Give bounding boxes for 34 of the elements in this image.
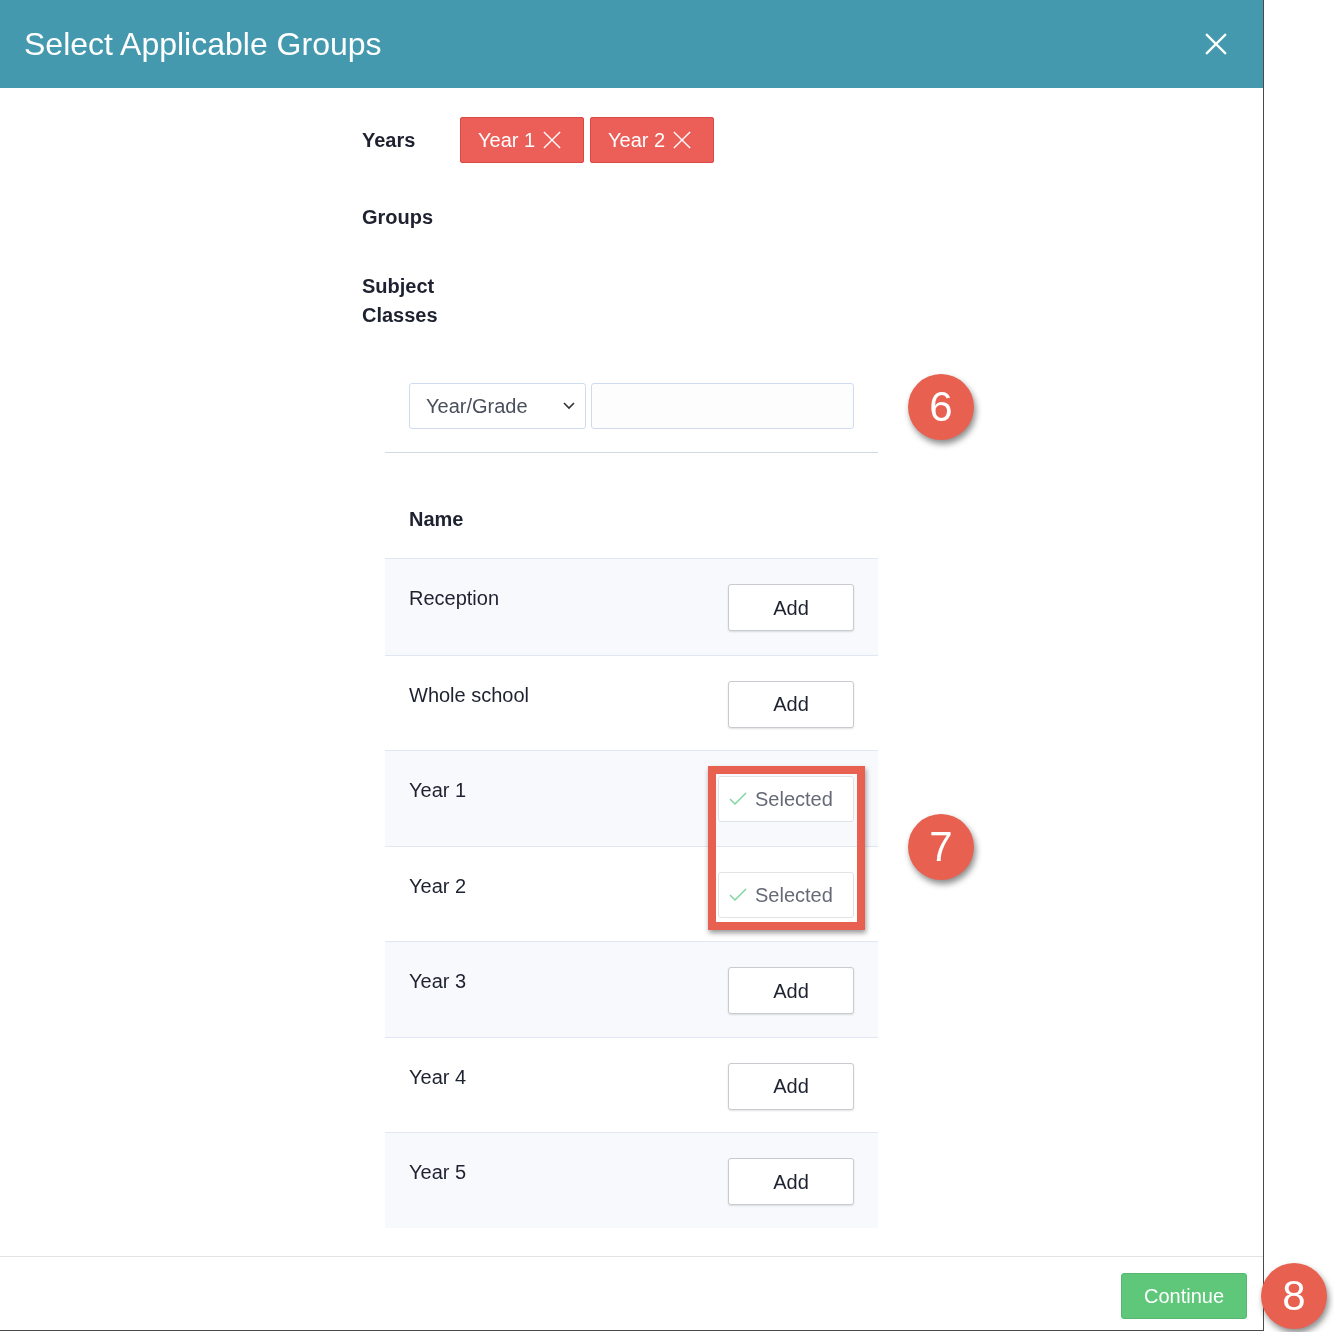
- add-button[interactable]: Add: [728, 584, 854, 631]
- tag-label: Year 1: [478, 128, 536, 153]
- callout-number: 6: [908, 374, 974, 440]
- add-button[interactable]: Add: [728, 1062, 854, 1110]
- field-label: Years: [362, 127, 417, 153]
- tag-label: Year 2: [608, 128, 666, 153]
- table-cell-text: Year 1: [409, 778, 467, 803]
- column-header: Name: [409, 507, 465, 532]
- dropdown-select[interactable]: Year/Grade: [409, 383, 586, 429]
- table-cell-text: Whole school: [409, 682, 530, 708]
- selected-button[interactable]: Selected: [718, 871, 854, 918]
- close-icon: [1205, 33, 1227, 55]
- callout-number: 8: [1261, 1262, 1327, 1329]
- chevron-down-icon: [563, 402, 575, 410]
- selected-button[interactable]: Selected: [718, 776, 854, 822]
- table-cell-text: Year 3: [409, 969, 467, 994]
- table-cell-text: Year 2: [409, 873, 467, 899]
- callout-number: 7: [908, 814, 974, 880]
- close-button[interactable]: [1205, 33, 1227, 55]
- remove-icon[interactable]: [543, 131, 562, 149]
- add-button[interactable]: Add: [728, 1158, 854, 1205]
- table-cell-text: Reception: [409, 586, 500, 611]
- check-icon: [729, 887, 747, 902]
- text-input-field[interactable]: [591, 383, 854, 429]
- field-label: Subject Classes: [362, 274, 439, 328]
- remove-icon[interactable]: [673, 131, 692, 149]
- check-icon: [729, 792, 747, 806]
- dialog-title: Select Applicable Groups: [24, 25, 382, 64]
- field-label: Groups: [362, 205, 435, 230]
- table-cell-text: Year 4: [409, 1064, 467, 1090]
- table-cell-text: Year 5: [409, 1160, 467, 1185]
- add-button[interactable]: Add: [728, 680, 854, 728]
- add-button[interactable]: Add: [728, 967, 854, 1014]
- select-value: Year/Grade: [426, 394, 528, 419]
